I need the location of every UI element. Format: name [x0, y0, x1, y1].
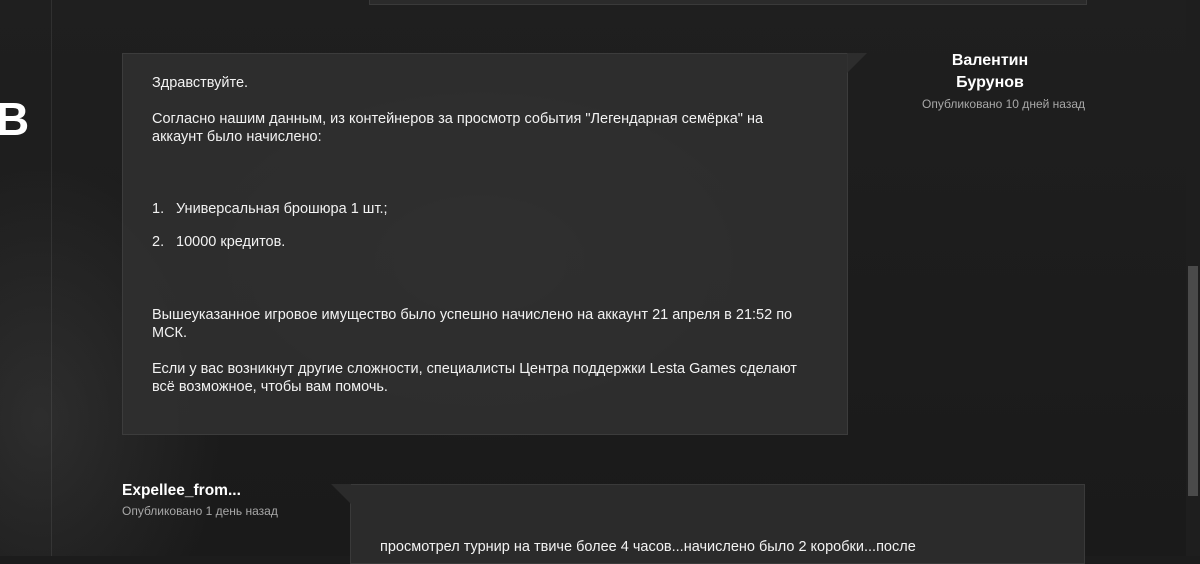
published-date: Опубликовано 10 дней назад	[922, 97, 1085, 111]
page-scrollbar-thumb[interactable]	[1188, 266, 1198, 496]
credited-items-list: 1. Универсальная брошюра 1 шт.; 2. 10000…	[152, 200, 812, 251]
user-comment-card: просмотрел турнир на твиче более 4 часов…	[350, 484, 1085, 564]
list-item: 2. 10000 кредитов.	[152, 233, 812, 251]
reply-author-block: Валентин Бурунов Опубликовано 10 дней на…	[890, 50, 1090, 111]
comment-published-date: Опубликовано 1 день назад	[122, 504, 278, 518]
list-item-text: 10000 кредитов.	[176, 234, 286, 250]
support-reply-body: Здравствуйте. Согласно нашим данным, из …	[152, 74, 812, 396]
previous-comment-card	[369, 0, 1087, 5]
list-item-number: 1.	[152, 201, 165, 217]
comment-author-name-link[interactable]: Expellee_from...	[122, 482, 278, 500]
list-item: 1. Универсальная брошюра 1 шт.;	[152, 200, 812, 218]
user-comment-text: просмотрел турнир на твиче более 4 часов…	[380, 539, 916, 555]
author-name-link[interactable]: Валентин Бурунов	[940, 50, 1040, 94]
list-item-text: Универсальная брошюра 1 шт.;	[176, 201, 388, 217]
reply-support-note: Если у вас возникнут другие сложности, с…	[152, 361, 797, 395]
left-divider	[51, 0, 52, 556]
reply-credited-note: Вышеуказанное игровое имущество было усп…	[152, 307, 793, 341]
comment-author-block: Expellee_from... Опубликовано 1 день наз…	[122, 482, 278, 518]
support-reply-card: Здравствуйте. Согласно нашим данным, из …	[122, 53, 848, 435]
reply-greeting: Здравствуйте.	[152, 75, 249, 91]
reply-intro: Согласно нашим данным, из контейнеров за…	[152, 111, 764, 145]
user-comment-card-notch	[331, 484, 351, 504]
card-notch	[847, 53, 867, 73]
sidebar-heading-fragment: В	[0, 93, 30, 145]
list-item-number: 2.	[152, 234, 165, 250]
